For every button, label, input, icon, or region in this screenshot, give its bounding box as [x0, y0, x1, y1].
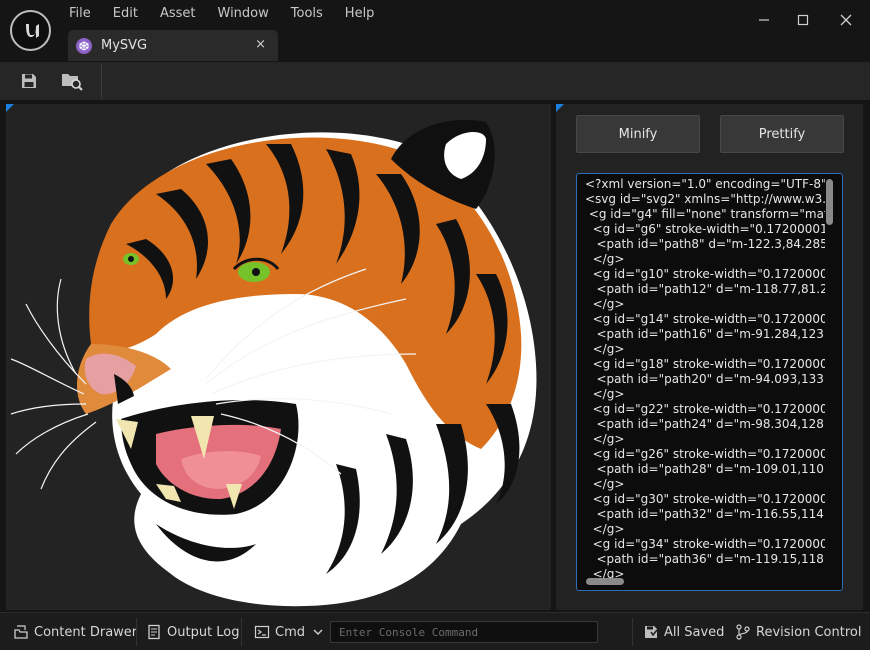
content-drawer-label: Content Drawer	[34, 624, 138, 640]
status-divider	[136, 618, 137, 646]
code-line: <?xml version="1.0" encoding="UTF-8" st	[585, 177, 825, 191]
code-line: <path id="path20" d="m-94.093,133.8s1	[585, 372, 825, 386]
tab-close-icon[interactable]: ×	[255, 37, 266, 52]
tab-mysvg[interactable]: MySVG ×	[68, 30, 278, 61]
terminal-icon	[254, 624, 270, 640]
code-line: </g>	[585, 522, 625, 536]
code-line: <path id="path32" d="m-116.55,114.26s	[585, 507, 825, 521]
panel-corner-marker	[556, 104, 564, 112]
svg-source-editor[interactable]: <?xml version="1.0" encoding="UTF-8" st <…	[576, 173, 843, 591]
output-log-label: Output Log	[167, 624, 240, 640]
svg-asset-icon	[76, 37, 92, 54]
status-bar: Content Drawer Output Log Cmd All Saved …	[0, 612, 870, 650]
content-drawer-icon	[13, 624, 29, 640]
menu-bar: File Edit Asset Window Tools Help	[58, 4, 385, 26]
toolbar-divider	[101, 64, 102, 98]
title-bar: File Edit Asset Window Tools Help MySVG …	[0, 0, 870, 62]
all-saved-label: All Saved	[664, 624, 725, 640]
save-status-icon	[643, 624, 659, 640]
prettify-button[interactable]: Prettify	[720, 115, 844, 153]
menu-file[interactable]: File	[58, 4, 102, 26]
toolbar	[0, 62, 870, 100]
code-line: <g id="g30" stroke-width="0.17200001" s	[585, 492, 825, 506]
unreal-logo-icon[interactable]	[10, 10, 51, 51]
code-line: <g id="g26" stroke-width="0.17200001" s	[585, 447, 825, 461]
code-line: <path id="path24" d="m-98.304,128.28s	[585, 417, 825, 431]
menu-edit[interactable]: Edit	[102, 4, 149, 26]
cmd-label: Cmd	[275, 624, 305, 640]
svg-source-panel: Minify Prettify <?xml version="1.0" enco…	[556, 104, 863, 610]
all-saved-button[interactable]: All Saved	[643, 613, 724, 650]
horizontal-scrollbar[interactable]	[586, 578, 624, 585]
code-line: <g id="g22" stroke-width="0.17200001" s	[585, 402, 825, 416]
browse-to-asset-icon[interactable]	[58, 68, 86, 94]
code-line: <g id="g18" stroke-width="0.17200001" s	[585, 357, 825, 371]
save-icon[interactable]	[15, 68, 43, 94]
minimize-icon[interactable]	[749, 8, 779, 32]
code-line: <path id="path16" d="m-91.284,123.59s	[585, 327, 825, 341]
revision-control-button[interactable]: Revision Control	[735, 613, 861, 650]
tiger-svg-image	[10, 119, 537, 607]
code-line: </g>	[585, 252, 625, 266]
menu-asset[interactable]: Asset	[149, 4, 207, 26]
code-line: <g id="g6" stroke-width="0.17200001" st	[585, 222, 825, 236]
code-line: <g id="g34" stroke-width="0.17200001" s	[585, 537, 825, 551]
code-line: </g>	[585, 342, 625, 356]
status-divider	[241, 618, 242, 646]
code-line: </g>	[585, 432, 625, 446]
status-divider	[632, 618, 633, 646]
code-lines: <?xml version="1.0" encoding="UTF-8" st <…	[585, 177, 825, 582]
tab-label: MySVG	[101, 38, 148, 53]
code-line: <g id="g10" stroke-width="0.17200001" s	[585, 267, 825, 281]
menu-tools[interactable]: Tools	[280, 4, 334, 26]
code-line: <path id="path36" d="m-119.15,118.34s	[585, 552, 825, 566]
chevron-down-icon	[313, 625, 323, 640]
content-drawer-button[interactable]: Content Drawer	[13, 613, 137, 650]
code-line: <svg id="svg2" xmlns="http://www.w3.or	[585, 192, 825, 206]
minify-button[interactable]: Minify	[576, 115, 700, 153]
code-line: <path id="path8" d="m-122.3,84.285s0.1	[596, 237, 825, 251]
code-line: </g>	[585, 477, 625, 491]
close-window-icon[interactable]	[831, 8, 861, 32]
code-line: </g>	[585, 297, 625, 311]
revision-control-label: Revision Control	[756, 624, 862, 640]
console-command-input[interactable]	[330, 621, 598, 643]
menu-window[interactable]: Window	[207, 4, 280, 26]
output-log-button[interactable]: Output Log	[146, 613, 240, 650]
code-line: <g id="g14" stroke-width="0.17200001" s	[585, 312, 825, 326]
code-line: <g id="g4" fill="none" transform="matrix…	[585, 207, 825, 221]
vertical-scrollbar[interactable]	[826, 179, 833, 225]
output-log-icon	[146, 624, 162, 640]
code-line: </g>	[585, 387, 625, 401]
maximize-icon[interactable]	[788, 8, 818, 32]
code-line: <path id="path28" d="m-109.01,110.07s	[585, 462, 825, 476]
code-line: <path id="path12" d="m-118.77,81.262s-	[596, 282, 825, 296]
svg-preview-viewport[interactable]	[6, 104, 551, 610]
revision-control-icon	[735, 624, 751, 640]
cmd-dropdown[interactable]: Cmd	[254, 613, 323, 650]
menu-help[interactable]: Help	[334, 4, 386, 26]
